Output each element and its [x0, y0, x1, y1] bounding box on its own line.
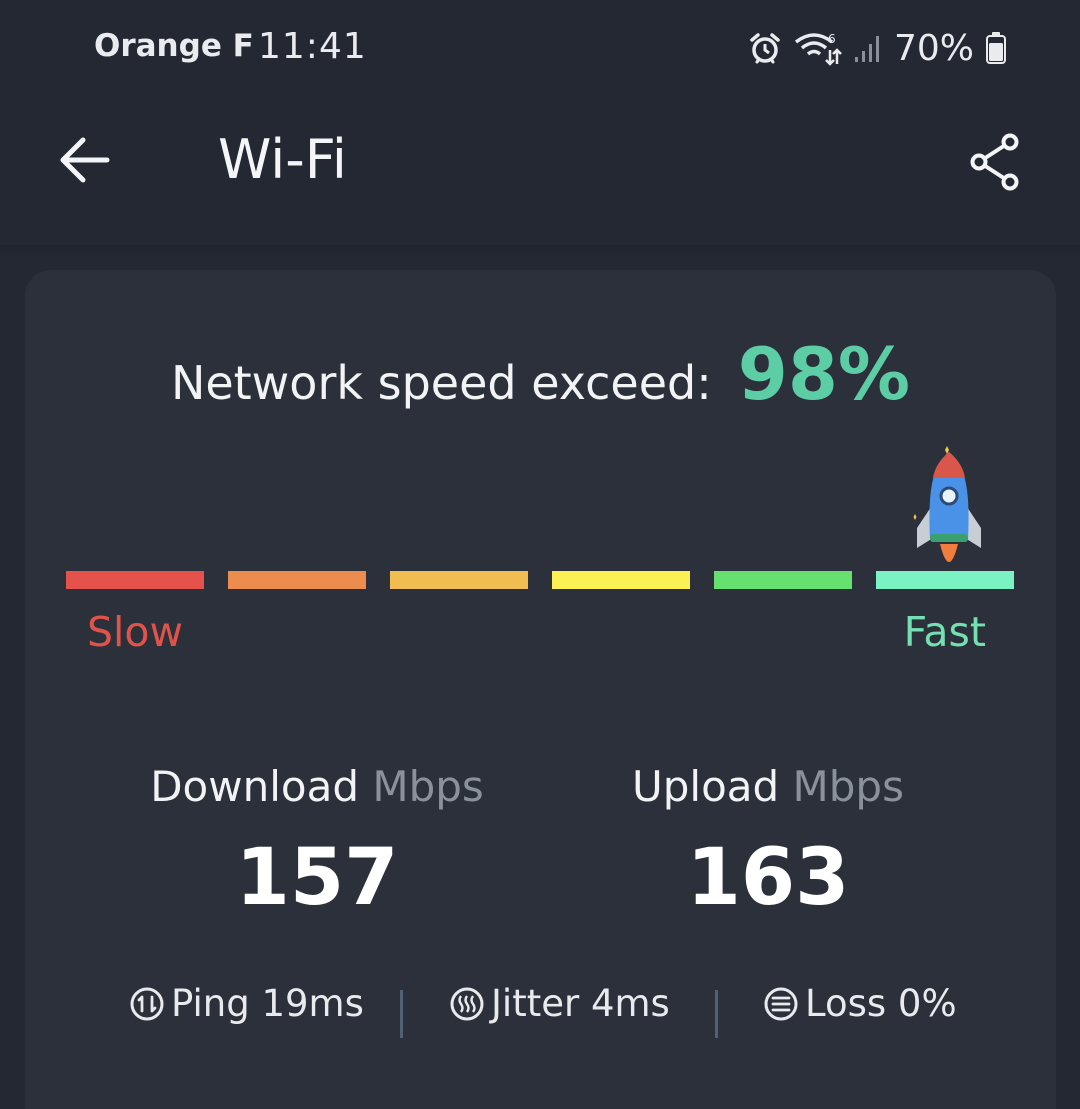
speed-segment	[390, 571, 528, 589]
share-button[interactable]	[964, 128, 1028, 196]
upload-metric: Upload Mbps 163	[558, 762, 978, 923]
arrow-left-icon	[60, 137, 110, 183]
speed-result-screen: Orange F 11:41 6 70% Wi-Fi Network speed…	[0, 0, 1080, 1109]
back-button[interactable]	[52, 128, 116, 192]
svg-text:6: 6	[828, 32, 836, 46]
ping-text: Ping 19ms	[171, 982, 364, 1025]
fast-label: Fast	[903, 608, 986, 656]
headline-label: Network speed exceed:	[170, 356, 712, 410]
speed-segment	[66, 571, 204, 589]
upload-value: 163	[686, 833, 850, 923]
carrier-name: Orange F	[94, 28, 254, 64]
slow-label: Slow	[87, 608, 184, 656]
speed-result-card: Network speed exceed: 98% Slow Fast Down…	[25, 270, 1056, 1109]
upload-label: Upload	[632, 762, 780, 811]
speed-segment	[714, 571, 852, 589]
status-icons: 6 70%	[748, 26, 1006, 70]
download-metric: Download Mbps 157	[107, 762, 527, 923]
stat-divider	[715, 990, 718, 1038]
speed-segment	[876, 571, 1014, 589]
upload-unit: Mbps	[792, 762, 904, 811]
battery-icon	[986, 32, 1006, 64]
app-bar-divider	[0, 245, 1080, 255]
jitter-text: Jitter 4ms	[491, 982, 670, 1025]
network-stats-row: Ping 19ms Jitter 4ms Loss 0%	[25, 982, 1056, 1052]
ping-icon	[130, 987, 164, 1020]
rocket-icon	[913, 446, 981, 562]
status-time: 11:41	[258, 26, 367, 67]
download-value: 157	[235, 833, 399, 923]
speed-segment	[552, 571, 690, 589]
status-bar: Orange F 11:41 6 70%	[0, 0, 1080, 96]
download-unit: Mbps	[372, 762, 484, 811]
jitter-stat: Jitter 4ms	[449, 982, 670, 1025]
headline-percent: 98%	[737, 332, 911, 416]
download-heading: Download Mbps	[107, 762, 527, 811]
upload-heading: Upload Mbps	[558, 762, 978, 811]
jitter-icon	[450, 987, 484, 1020]
loss-stat: Loss 0%	[763, 982, 957, 1025]
speed-segment	[228, 571, 366, 589]
speed-scale-bar	[66, 571, 1014, 589]
alarm-icon	[750, 33, 780, 64]
signal-bars-icon	[854, 36, 879, 62]
share-icon	[970, 133, 1019, 191]
loss-text: Loss 0%	[805, 982, 957, 1025]
download-label: Download	[150, 762, 359, 811]
page-title: Wi-Fi	[218, 128, 347, 191]
loss-icon	[764, 987, 798, 1020]
ping-stat: Ping 19ms	[129, 982, 364, 1025]
wifi-6-icon: 6	[794, 32, 842, 66]
stat-divider	[400, 990, 403, 1038]
app-bar: Wi-Fi	[0, 100, 1080, 245]
battery-percent: 70%	[893, 27, 974, 69]
speed-headline: Network speed exceed: 98%	[25, 332, 1056, 416]
